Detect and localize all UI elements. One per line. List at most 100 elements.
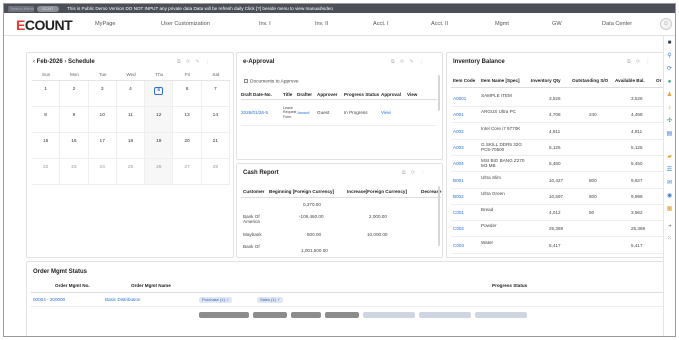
message-icon[interactable]: ● bbox=[666, 79, 673, 86]
cash-beginning: -109,460.00 bbox=[299, 214, 324, 219]
nav-data-center[interactable]: Data Center bbox=[602, 21, 632, 27]
list-icon[interactable]: ☰ bbox=[666, 167, 673, 174]
nav-gw[interactable]: GW bbox=[552, 21, 562, 27]
settings-icon[interactable]: ✣ bbox=[666, 118, 673, 125]
draft-date-cell[interactable]: 2026/01/26-5 bbox=[241, 110, 283, 115]
calendar-day-cell[interactable]: 2 bbox=[60, 81, 89, 107]
inventory-row[interactable]: C002 Powder 25,369 25,369 bbox=[451, 220, 665, 238]
inventory-row[interactable]: B002 Ultra Green 10,597 600 9,998 bbox=[451, 188, 665, 205]
calendar-day-cell[interactable]: 6 bbox=[173, 81, 202, 107]
item-code-cell[interactable]: A003 bbox=[453, 145, 464, 150]
mail-icon[interactable]: ✉ bbox=[666, 180, 673, 187]
calendar-day-cell[interactable]: 22 bbox=[32, 159, 61, 185]
nav-inv-1[interactable]: Inv. I bbox=[259, 21, 271, 27]
calendar-day-cell[interactable]: 26 bbox=[145, 159, 174, 185]
grid-icon[interactable]: ■ bbox=[666, 40, 673, 47]
item-code-cell[interactable]: C002 bbox=[453, 226, 464, 231]
menu-search-input[interactable]: Search Menu bbox=[8, 5, 34, 12]
purchase-tag[interactable]: Purchase (1) ✓ bbox=[199, 297, 233, 303]
calendar-day-cell[interactable]: 10 bbox=[88, 107, 117, 133]
cash-increase: 10,000.00 bbox=[367, 232, 388, 237]
item-code-cell[interactable]: A001 bbox=[453, 112, 464, 117]
item-code-cell[interactable]: B001 bbox=[453, 178, 464, 183]
cash-report-tools[interactable]: ⧉ ⟳ ⋮ bbox=[402, 170, 428, 176]
approval-scrollbar[interactable] bbox=[438, 75, 440, 111]
calendar-day-number: 7 bbox=[213, 87, 217, 92]
cash-scrollbar[interactable] bbox=[438, 186, 440, 246]
calendar-day-cell[interactable]: 25 bbox=[116, 159, 146, 185]
calendar-day-cell[interactable]: 19 bbox=[145, 133, 174, 159]
inventory-row[interactable]: A0001 SAMPLE ITEM 3,526 3,526 bbox=[451, 90, 665, 107]
nav-mypage[interactable]: MyPage bbox=[95, 21, 116, 27]
refresh-icon[interactable]: ⟳ bbox=[666, 66, 673, 73]
item-code-cell[interactable]: A0001 bbox=[453, 96, 466, 101]
bell-icon[interactable]: ♪ bbox=[666, 105, 673, 112]
calendar-day-cell[interactable]: 14 bbox=[201, 107, 230, 133]
calendar-day-cell[interactable]: 18 bbox=[116, 133, 146, 159]
inventory-row[interactable]: A003 G.SKILL DDR5 32G PC5-70500 5,125 5,125 bbox=[451, 139, 665, 156]
inventory-row[interactable]: B001 Ultra Slim 10,427 800 9,627 bbox=[451, 172, 665, 189]
calendar-day-cell[interactable]: 24 bbox=[88, 159, 117, 185]
nav-acct-2[interactable]: Acct. II bbox=[431, 21, 448, 27]
item-code-cell[interactable]: C001 bbox=[453, 210, 464, 215]
calendar-icon[interactable]: ▦ bbox=[666, 206, 673, 213]
person-icon[interactable]: ♟ bbox=[666, 92, 673, 99]
inventory-row[interactable]: C003 Water 5,417 5,417 bbox=[451, 237, 665, 254]
help-icon[interactable]: ◉ bbox=[666, 193, 673, 200]
calendar-day-cell[interactable]: 12 bbox=[145, 107, 174, 133]
apps-icon[interactable]: ⁙ bbox=[666, 236, 673, 243]
documents-to-approve-filter[interactable]: Documents to Approve bbox=[244, 79, 299, 84]
sales-tag[interactable]: Sales (1) ✓ bbox=[257, 297, 284, 303]
nav-user-customization[interactable]: User Customization bbox=[161, 21, 210, 27]
approval-row[interactable]: 2026/01/26-5 Leave Request Form Jamanli … bbox=[241, 100, 437, 126]
calendar-day-cell[interactable]: 20 bbox=[173, 133, 202, 159]
expand-icon[interactable]: ⇥ bbox=[666, 222, 673, 229]
nav-inv-2[interactable]: Inv. II bbox=[315, 21, 328, 27]
item-code-cell[interactable]: C003 bbox=[453, 243, 464, 248]
calendar-day-number: 28 bbox=[212, 165, 218, 170]
calendar-day-cell[interactable]: 1 bbox=[32, 81, 61, 107]
calendar-day-cell[interactable]: 28 bbox=[201, 159, 230, 185]
item-code-cell[interactable]: A004 bbox=[453, 161, 464, 166]
calendar-day-cell[interactable]: 5 bbox=[145, 81, 174, 107]
calendar-day-cell[interactable]: 3 bbox=[88, 81, 117, 107]
inventory-row[interactable]: A004 MSI BIG BANG Z270 M3 MB 5,450 5,450 bbox=[451, 155, 665, 173]
calendar-day-cell[interactable]: 21 bbox=[201, 133, 230, 159]
view-link[interactable]: View bbox=[381, 110, 407, 115]
company-pill[interactable]: ECNT bbox=[37, 5, 59, 12]
nav-mgmt[interactable]: Mgmt bbox=[495, 21, 509, 27]
calendar-day-cell[interactable]: 9 bbox=[60, 107, 89, 133]
calendar-day-cell[interactable]: 16 bbox=[60, 133, 89, 159]
calendar-day-cell[interactable]: 23 bbox=[60, 159, 89, 185]
calendar-week-row: 8 9 10 11 12 13 14 bbox=[32, 107, 230, 133]
checkbox-icon[interactable] bbox=[244, 79, 248, 83]
calendar-day-cell[interactable]: 7 bbox=[201, 81, 230, 107]
schedule-tools[interactable]: ⧉ ⟳ ✎ ⋮ bbox=[177, 59, 212, 65]
order-name-link[interactable]: Basic Distribution bbox=[105, 297, 141, 302]
inventory-row[interactable]: A002 Intel Core i7 9770K 4,811 4,811 bbox=[451, 123, 665, 140]
user-avatar[interactable]: ☺ bbox=[660, 18, 672, 30]
item-code-cell[interactable]: B002 bbox=[453, 194, 464, 199]
order-no-link[interactable]: 00004 - 200000 bbox=[33, 297, 65, 302]
search-icon[interactable]: ⚲ bbox=[666, 53, 673, 60]
calendar-day-cell[interactable]: 8 bbox=[32, 107, 61, 133]
item-code-cell[interactable]: A002 bbox=[453, 129, 464, 134]
calendar-day-cell[interactable]: 11 bbox=[116, 107, 146, 133]
e-approval-tools[interactable]: ⧉ ⟳ ✎ ⋮ bbox=[391, 59, 426, 65]
calendar-day-cell[interactable]: 27 bbox=[173, 159, 202, 185]
e-approval-panel: e-Approval ⧉ ⟳ ✎ ⋮ Documents to Approve … bbox=[236, 52, 443, 160]
chart-icon[interactable]: ▤ bbox=[666, 131, 673, 138]
inventory-row[interactable]: A001 ARGUS Ultra PC 4,708 240 4,468 bbox=[451, 106, 665, 124]
calendar-day-cell[interactable]: 4 bbox=[116, 81, 146, 107]
nav-acct-1[interactable]: Acct. I bbox=[373, 21, 389, 27]
calendar-day-cell[interactable]: 17 bbox=[88, 133, 117, 159]
calendar-day-cell[interactable]: 15 bbox=[32, 133, 61, 159]
ecount-logo[interactable]: ECOUNT bbox=[16, 17, 73, 33]
main-nav: ECOUNT MyPage User Customization Inv. I … bbox=[4, 13, 675, 36]
order-row[interactable]: 00004 - 200000 Basic Distribution Purcha… bbox=[31, 294, 663, 307]
inventory-tools[interactable]: ⧉ ⟳ ⋮ bbox=[627, 59, 653, 65]
calendar-day-cell[interactable]: 13 bbox=[173, 107, 202, 133]
col-beginning: Beginning [Foreign Currency] bbox=[269, 189, 335, 194]
folder-icon[interactable]: ▰ bbox=[666, 154, 673, 161]
inventory-row[interactable]: C001 Bread 4,012 50 3,962 bbox=[451, 204, 665, 222]
